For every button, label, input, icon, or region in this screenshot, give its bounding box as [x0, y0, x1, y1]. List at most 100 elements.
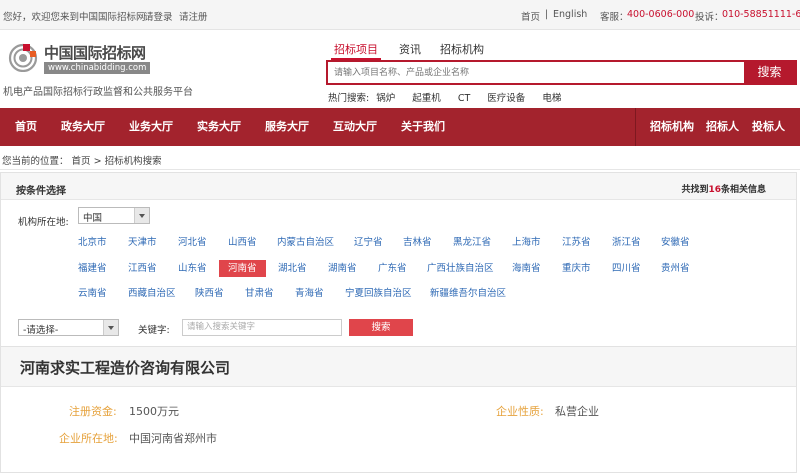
- nature-label: 企业性质:: [496, 405, 544, 418]
- main-search-input[interactable]: [328, 62, 746, 83]
- service-label: 客服：: [600, 12, 629, 23]
- province-link[interactable]: 吉林省: [403, 234, 432, 251]
- province-link[interactable]: 西藏自治区: [128, 285, 176, 302]
- filter-search-button[interactable]: 搜索: [349, 319, 413, 336]
- hot-term[interactable]: 锅炉: [376, 93, 395, 104]
- nav-item-business[interactable]: 业务大厅: [129, 108, 173, 146]
- breadcrumb-home[interactable]: 首页: [72, 156, 91, 167]
- tab-bidding-agencies[interactable]: 招标机构: [440, 41, 484, 57]
- province-link[interactable]: 海南省: [512, 260, 541, 277]
- complaint-phone: 010-58851111-618: [722, 9, 800, 20]
- location-label: 机构所在地:: [18, 217, 69, 228]
- nav-item-practice[interactable]: 实务大厅: [197, 108, 241, 146]
- province-link[interactable]: 湖南省: [328, 260, 357, 277]
- main-search-button[interactable]: 搜索: [744, 62, 795, 83]
- province-link[interactable]: 重庆市: [562, 260, 591, 277]
- nav-item-tenderer[interactable]: 招标人: [706, 108, 739, 146]
- nav-item-bidder[interactable]: 投标人: [752, 108, 785, 146]
- main-nav: 首页 政务大厅 业务大厅 实务大厅 服务大厅 互动大厅 关于我们 招标机构 招标…: [0, 108, 800, 146]
- filter-title: 按条件选择: [16, 186, 66, 197]
- topbar-separator: |: [545, 9, 549, 20]
- country-select[interactable]: 中国: [78, 207, 150, 224]
- logo-url: www.chinabidding.com: [44, 62, 151, 74]
- welcome-text: 您好，欢迎您来到中国国际招标网: [3, 12, 146, 23]
- main-search: 搜索: [326, 60, 797, 85]
- chevron-down-icon: [134, 208, 149, 223]
- result-count: 共找到16条相关信息: [681, 182, 766, 195]
- province-link-selected[interactable]: 河南省: [219, 260, 266, 277]
- nav-item-about[interactable]: 关于我们: [401, 108, 445, 146]
- result-count-number: 16: [708, 185, 721, 195]
- breadcrumb-separator: >: [93, 156, 102, 167]
- english-link[interactable]: English: [553, 9, 587, 20]
- nav-item-service[interactable]: 服务大厅: [265, 108, 309, 146]
- register-link[interactable]: 请注册: [179, 9, 208, 23]
- company-name-link[interactable]: 河南求实工程造价咨询有限公司: [20, 357, 230, 378]
- login-link[interactable]: 请登录: [144, 9, 173, 23]
- result-count-suffix: 条相关信息: [720, 185, 766, 195]
- province-link[interactable]: 安徽省: [661, 234, 690, 251]
- filter-panel: 按条件选择 共找到16条相关信息 机构所在地: 中国 北京市 天津市 河北省 山…: [0, 172, 797, 347]
- province-link[interactable]: 宁夏回族自治区: [345, 285, 412, 302]
- province-link[interactable]: 北京市: [78, 234, 107, 251]
- province-link[interactable]: 山西省: [228, 234, 257, 251]
- hot-term[interactable]: 医疗设备: [487, 93, 525, 104]
- result-card: 河南求实工程造价咨询有限公司 注册资金: 1500万元 企业性质: 私营企业 企…: [0, 347, 797, 473]
- keyword-label: 关键字:: [138, 325, 170, 336]
- category-select-value: -请选择-: [23, 325, 59, 336]
- hot-term[interactable]: CT: [458, 93, 470, 104]
- province-link[interactable]: 江西省: [128, 260, 157, 277]
- province-link[interactable]: 上海市: [512, 234, 541, 251]
- nav-divider: [635, 108, 636, 146]
- keyword-input[interactable]: 请输入搜索关键字: [182, 319, 342, 336]
- province-link[interactable]: 浙江省: [612, 234, 641, 251]
- breadcrumb-current: 招标机构搜索: [104, 156, 162, 167]
- province-link[interactable]: 贵州省: [661, 260, 690, 277]
- nav-item-interaction[interactable]: 互动大厅: [333, 108, 377, 146]
- province-link[interactable]: 云南省: [78, 285, 107, 302]
- tab-bidding-projects[interactable]: 招标项目: [334, 41, 378, 57]
- logo-name: 中国国际招标网: [44, 44, 146, 62]
- chevron-down-icon: [103, 320, 118, 335]
- province-link[interactable]: 江苏省: [562, 234, 591, 251]
- province-link[interactable]: 黑龙江省: [453, 234, 491, 251]
- province-link[interactable]: 天津市: [128, 234, 157, 251]
- province-link[interactable]: 福建省: [78, 260, 107, 277]
- province-link[interactable]: 河北省: [178, 234, 207, 251]
- capital-label: 注册资金:: [69, 405, 117, 418]
- hot-term[interactable]: 起重机: [412, 93, 441, 104]
- province-link[interactable]: 辽宁省: [354, 234, 383, 251]
- hot-searches-label: 热门搜索:: [328, 93, 370, 104]
- nature-value: 私营企业: [555, 405, 599, 418]
- hot-searches: 热门搜索: 锅炉 起重机 CT 医疗设备 电梯: [328, 90, 575, 104]
- category-select[interactable]: -请选择-: [18, 319, 119, 336]
- breadcrumb-label: 您当前的位置：: [2, 156, 69, 167]
- breadcrumb: 您当前的位置： 首页 > 招标机构搜索: [2, 153, 162, 167]
- service-phone: 400-0606-000: [627, 9, 695, 20]
- province-link[interactable]: 四川省: [612, 260, 641, 277]
- site-logo[interactable]: 中国国际招标网 www.chinabidding.com: [8, 40, 158, 80]
- result-count-prefix: 共找到: [681, 185, 709, 195]
- filter-header: 按条件选择 共找到16条相关信息: [1, 173, 796, 200]
- capital-value: 1500万元: [129, 405, 179, 418]
- nav-item-government[interactable]: 政务大厅: [61, 108, 105, 146]
- province-link[interactable]: 新疆维吾尔自治区: [430, 285, 506, 302]
- province-link[interactable]: 广东省: [378, 260, 407, 277]
- hot-term[interactable]: 电梯: [542, 93, 561, 104]
- company-location-value: 中国河南省郑州市: [129, 432, 217, 445]
- complaint-label: 投诉：: [695, 12, 724, 23]
- home-link[interactable]: 首页: [521, 9, 540, 23]
- province-link[interactable]: 陕西省: [195, 285, 224, 302]
- tab-news[interactable]: 资讯: [399, 41, 421, 57]
- province-link[interactable]: 内蒙古自治区: [277, 234, 334, 251]
- top-bar: 您好，欢迎您来到中国国际招标网 请登录 请注册 首页 | English 客服：…: [0, 0, 800, 30]
- nav-item-home[interactable]: 首页: [15, 108, 37, 146]
- province-link[interactable]: 甘肃省: [245, 285, 274, 302]
- nav-item-agencies[interactable]: 招标机构: [650, 108, 694, 146]
- province-link[interactable]: 广西壮族自治区: [427, 260, 494, 277]
- province-link[interactable]: 山东省: [178, 260, 207, 277]
- breadcrumb-divider: [0, 169, 800, 170]
- country-select-value: 中国: [83, 213, 103, 224]
- province-link[interactable]: 湖北省: [278, 260, 307, 277]
- province-link[interactable]: 青海省: [295, 285, 324, 302]
